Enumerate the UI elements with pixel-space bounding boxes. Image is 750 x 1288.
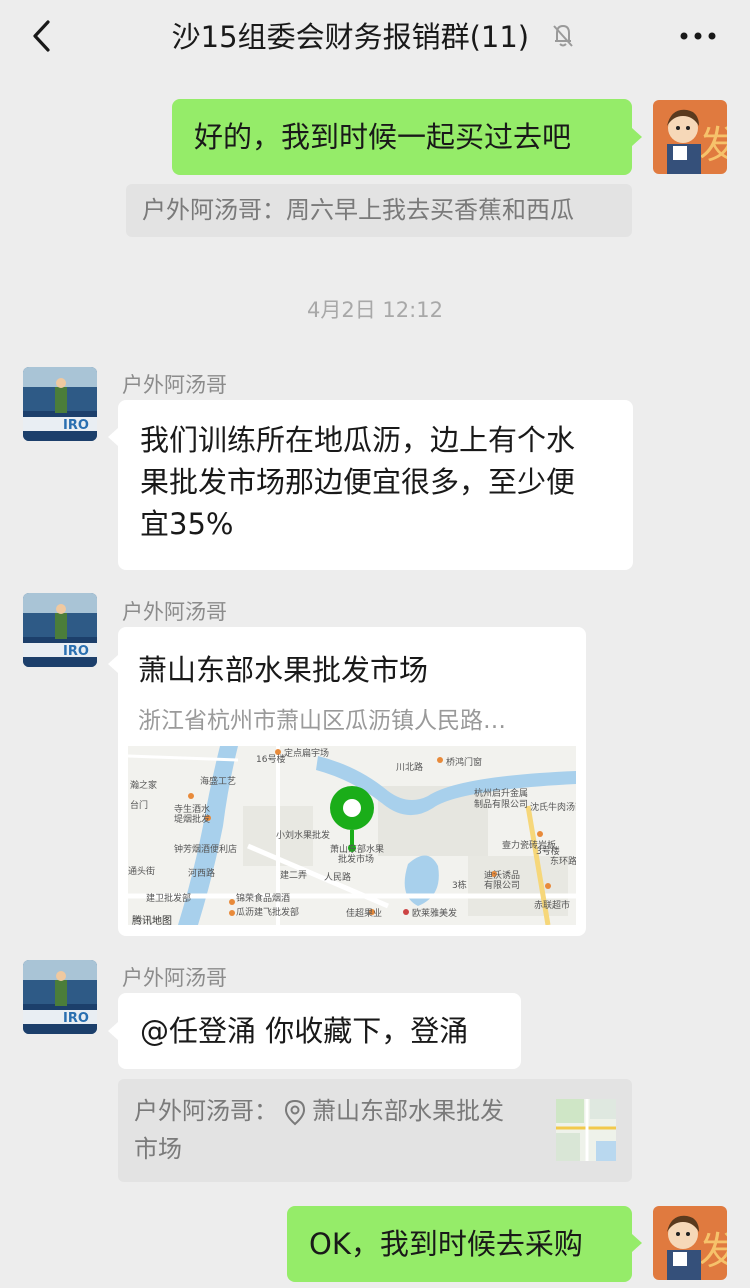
- svg-text:发: 发: [699, 123, 727, 167]
- bell-off-icon: [553, 24, 574, 47]
- timestamp: 4月2日 12:12: [307, 298, 443, 322]
- quoted-location: 萧山东部水果批发: [312, 1097, 504, 1125]
- location-pin-icon: [284, 1099, 306, 1126]
- bubble-tail: [632, 1234, 642, 1252]
- more-dots-icon[interactable]: [678, 30, 718, 42]
- quoted-sender: 户外阿汤哥：: [134, 1097, 278, 1125]
- quoted-reply[interactable]: 户外阿汤哥：周六早上我去买香蕉和西瓜: [126, 184, 632, 237]
- message-bubble[interactable]: 我们训练所在地瓜沥，边上有个水 果批发市场那边便宜很多，至少便 宜35%: [118, 400, 633, 570]
- chat-title: 沙15组委会财务报销群(11): [171, 20, 530, 54]
- quoted-reply[interactable]: 户外阿汤哥： 萧山东部水果批发 市场: [118, 1079, 632, 1182]
- location-name: 萧山东部水果批发市场: [138, 653, 429, 687]
- message-line: 宜35%: [140, 507, 234, 541]
- map-label: 小刘水果批发: [276, 831, 331, 841]
- map-label: 赤联超市: [534, 901, 571, 911]
- map-provider-logo: 腾讯地图: [132, 916, 172, 925]
- map-label: 建二弄: [280, 871, 308, 881]
- location-map[interactable]: 定点扁宇场 桥鸿门窗 川北路 16号楼 杭州启升金属 制品有限公司 沈氏牛肉汤面…: [128, 746, 576, 925]
- message-text: OK，我到时候去采购: [309, 1227, 583, 1261]
- map-label: 有限公司: [484, 881, 521, 891]
- map-label: 钟芳烟酒便利店: [174, 845, 238, 855]
- message-line: 果批发市场那边便宜很多，至少便: [140, 465, 576, 499]
- bubble-tail: [108, 655, 118, 673]
- message-line: 我们训练所在地瓜沥，边上有个水: [140, 423, 576, 457]
- map-label: 定点扁宇场: [284, 749, 330, 759]
- svg-text:发: 发: [699, 1229, 727, 1273]
- map-label: 川北路: [396, 763, 424, 773]
- map-label: 通头街: [128, 867, 156, 877]
- sender-avatar[interactable]: IRO: [23, 960, 97, 1034]
- map-label: 人民路: [324, 873, 352, 883]
- svg-text:IRO: IRO: [63, 644, 89, 659]
- message-bubble[interactable]: 好的，我到时候一起买过去吧: [172, 99, 632, 175]
- message-text: @任登涌 你收藏下，登涌: [140, 1014, 469, 1048]
- map-label: 制品有限公司: [474, 800, 529, 810]
- map-label: 堤烟批发: [174, 815, 211, 825]
- map-label: 台门: [130, 801, 149, 811]
- sender-name: 户外阿汤哥: [122, 600, 227, 624]
- map-label: 欧莱雅美发: [412, 909, 458, 919]
- map-label: 海盛工艺: [200, 777, 237, 787]
- map-label: 河西路: [188, 869, 216, 879]
- map-label: 3号楼: [536, 847, 560, 857]
- self-avatar[interactable]: 发: [653, 100, 727, 174]
- location-address: 浙江省杭州市萧山区瓜沥镇人民路…: [138, 708, 506, 734]
- self-avatar[interactable]: 发: [653, 1206, 727, 1280]
- location-card[interactable]: 萧山东部水果批发市场 浙江省杭州市萧山区瓜沥镇人民路… 定点扁宇场 桥鸿门窗 川…: [118, 627, 586, 936]
- map-label: 锦荣食品烟酒: [236, 894, 291, 904]
- bubble-tail: [108, 1022, 118, 1040]
- map-label: 批发市场: [338, 855, 375, 865]
- map-label: 桥鸿门窗: [446, 758, 483, 768]
- map-label: 16号楼: [256, 755, 286, 765]
- map-label: 瀚之家: [130, 781, 158, 791]
- bubble-tail: [108, 428, 118, 446]
- map-label: 沈氏牛肉汤面: [530, 803, 576, 813]
- message-bubble[interactable]: @任登涌 你收藏下，登涌: [118, 993, 521, 1069]
- map-label: 建卫批发部: [146, 894, 192, 904]
- map-label: 佳超果业: [346, 909, 383, 919]
- svg-text:IRO: IRO: [63, 1011, 89, 1026]
- message-bubble[interactable]: OK，我到时候去采购: [287, 1206, 632, 1282]
- chat-title-row: 沙15组委会财务报销群(11): [0, 14, 750, 56]
- svg-text:IRO: IRO: [63, 418, 89, 433]
- sender-avatar[interactable]: IRO: [23, 367, 97, 441]
- map-label: 3栋: [452, 881, 467, 891]
- bubble-tail: [632, 128, 642, 146]
- map-label: 瓜沥建飞批发部: [236, 908, 300, 918]
- quoted-location-cont: 市场: [134, 1135, 182, 1163]
- quoted-text: 户外阿汤哥：周六早上我去买香蕉和西瓜: [142, 196, 574, 224]
- sender-avatar[interactable]: IRO: [23, 593, 97, 667]
- message-text: 好的，我到时候一起买过去吧: [194, 120, 572, 154]
- map-thumbnail-icon: [556, 1099, 616, 1161]
- sender-name: 户外阿汤哥: [122, 966, 227, 990]
- sender-name: 户外阿汤哥: [122, 373, 227, 397]
